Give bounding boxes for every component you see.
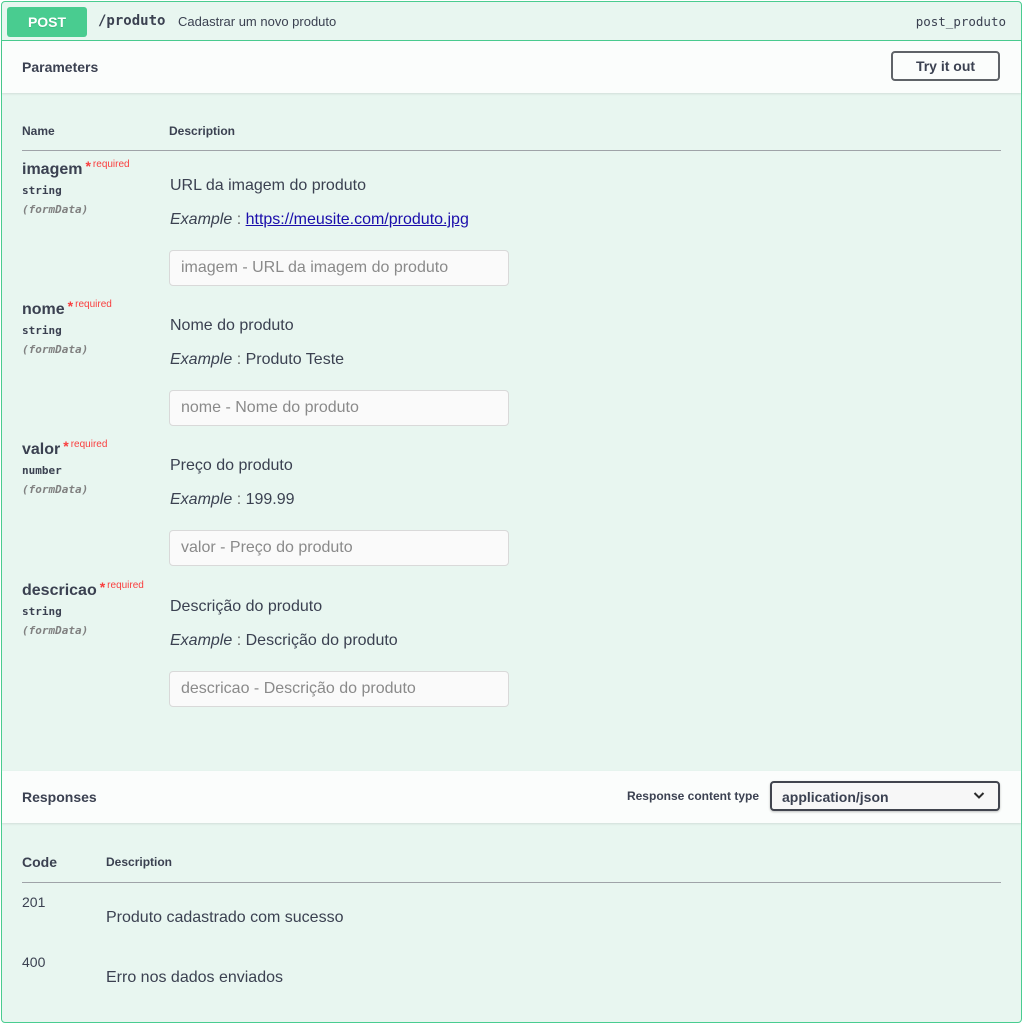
param-type: number [22, 464, 62, 477]
operation-summary-text: Cadastrar um novo produto [178, 14, 337, 29]
required-label: required [70, 439, 108, 450]
example-value: 199.99 [245, 491, 295, 508]
response-code: 201 [22, 894, 46, 910]
param-description: URL da imagem do produto [170, 177, 366, 194]
param-example: Example : Produto Teste [170, 351, 344, 369]
required-star: * [85, 158, 91, 174]
param-location: (formData) [22, 483, 89, 496]
operation-summary[interactable]: POST /produto Cadastrar um novo produto … [2, 2, 1021, 41]
example-label: Example [170, 632, 233, 649]
valor-input[interactable] [169, 530, 509, 566]
param-location: (formData) [22, 203, 89, 216]
content-type-value: application/json [782, 789, 889, 805]
operation-block-post-produto: POST /produto Cadastrar um novo produto … [1, 1, 1022, 1023]
param-location: (formData) [22, 343, 89, 356]
example-separator: : [236, 211, 242, 228]
param-example: Example : https://meusite.com/produto.jp… [170, 211, 469, 229]
example-separator: : [236, 351, 242, 368]
required-star: * [99, 579, 106, 595]
http-method-badge: POST [7, 7, 87, 37]
responses-header: Responses Response content type applicat… [2, 771, 1021, 823]
response-content-type-select[interactable]: application/json [770, 781, 1000, 811]
param-name-imagem: imagem * required [22, 158, 130, 179]
try-it-out-button[interactable]: Try it out [891, 51, 1000, 81]
param-name-descricao: descricao * required [22, 579, 144, 600]
param-name-text: nome [22, 301, 65, 318]
required-label: required [92, 159, 130, 170]
required-star: * [63, 438, 69, 454]
param-description: Nome do produto [170, 317, 294, 334]
param-name-text: descricao [22, 582, 97, 599]
parameters-header: Parameters Try it out [2, 41, 1021, 93]
param-description: Preço do produto [170, 457, 293, 474]
required-label: required [75, 299, 112, 310]
response-code: 400 [22, 954, 46, 970]
param-description: Descrição do produto [170, 598, 323, 615]
param-example: Example : 199.99 [170, 491, 295, 509]
required-label: required [107, 580, 144, 591]
param-example: Example : Descrição do produto [170, 632, 398, 650]
example-label: Example [170, 351, 233, 368]
param-type: string [22, 184, 62, 197]
example-link[interactable]: https://meusite.com/produto.jpg [246, 211, 469, 228]
responses-divider [22, 882, 1001, 883]
imagem-input[interactable] [169, 250, 509, 286]
operation-id: post_produto [915, 14, 1006, 29]
response-description: Produto cadastrado com sucesso [106, 909, 344, 926]
param-name-valor: valor * required [22, 438, 108, 459]
column-header-description: Description [169, 124, 236, 138]
response-description: Erro nos dados enviados [106, 969, 283, 986]
response-content-type-label: Response content type [626, 789, 759, 803]
param-type: string [22, 605, 62, 618]
example-separator: : [236, 632, 242, 649]
chevron-down-icon [973, 792, 985, 799]
responses-title: Responses [22, 789, 97, 805]
param-location: (formData) [22, 624, 89, 637]
example-value: Descrição do produto [245, 632, 398, 649]
parameters-title: Parameters [22, 59, 99, 75]
example-label: Example [170, 491, 233, 508]
endpoint-path: /produto [98, 13, 166, 29]
column-header-code: Code [22, 854, 57, 870]
example-value: Produto Teste [245, 351, 345, 368]
required-star: * [67, 298, 74, 314]
param-type: string [22, 324, 62, 337]
nome-input[interactable] [169, 390, 509, 426]
column-header-name: Name [22, 124, 55, 138]
example-label: Example [170, 211, 233, 228]
descricao-input[interactable] [169, 671, 509, 707]
param-name-text: valor [22, 441, 61, 458]
param-name-nome: nome * required [22, 298, 112, 319]
param-name-text: imagem [22, 161, 83, 178]
example-separator: : [236, 491, 242, 508]
parameters-divider [22, 150, 1001, 151]
column-header-response-description: Description [106, 855, 173, 869]
